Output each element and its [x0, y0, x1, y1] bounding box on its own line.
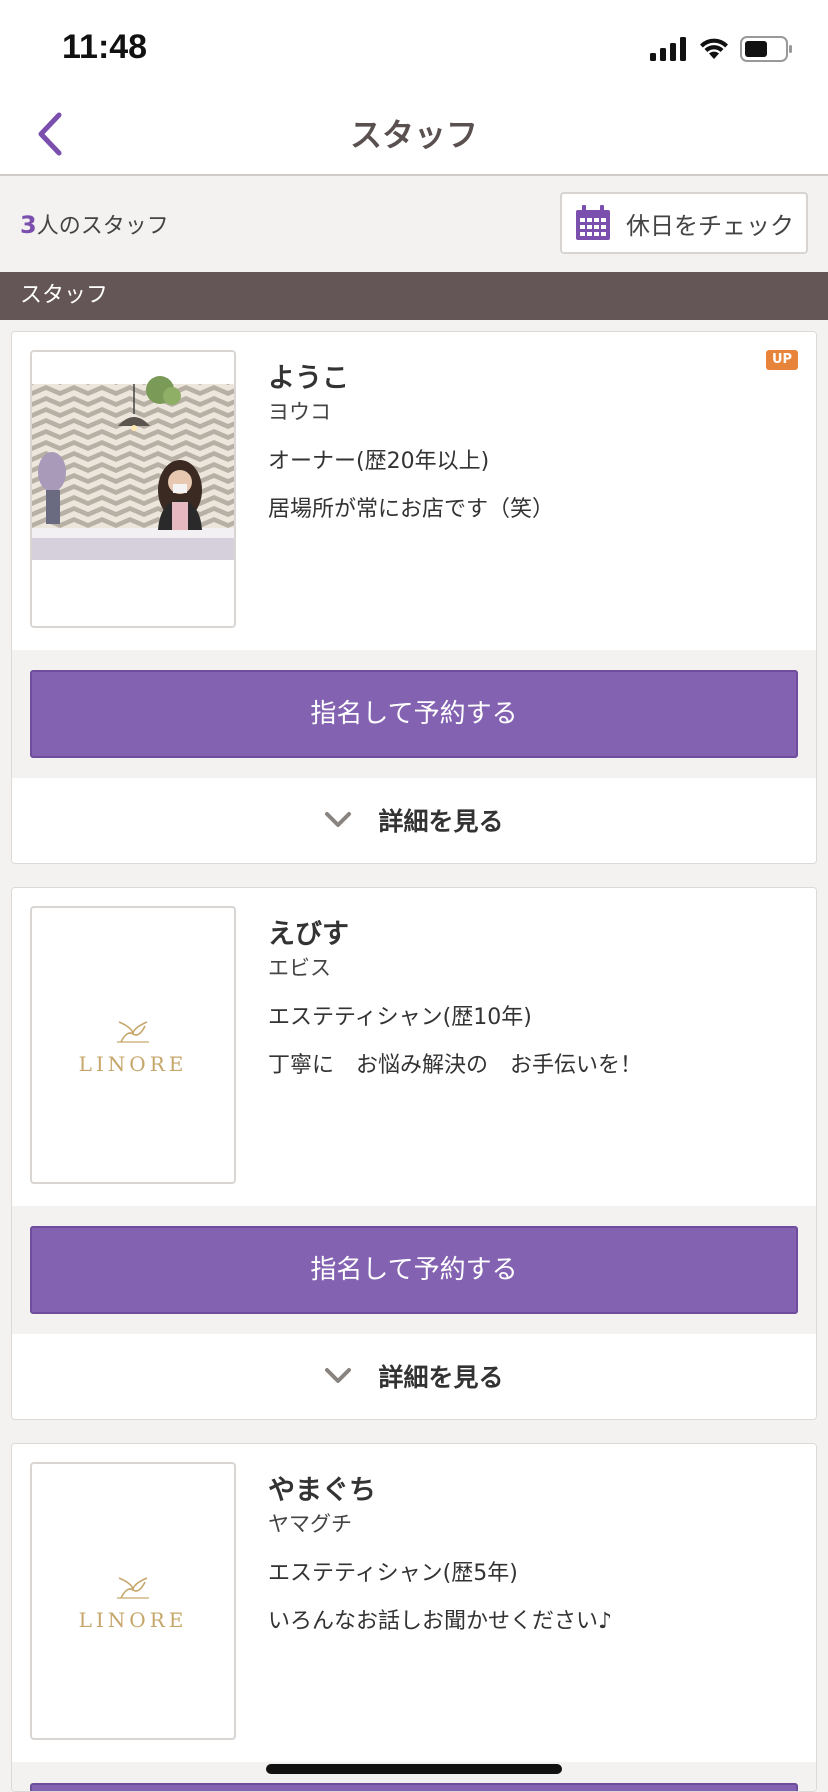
reserve-button[interactable]: 指名して予約する	[30, 670, 798, 758]
wifi-icon	[700, 38, 728, 59]
staff-card-info: LINORE えびす エビス エステティシャン(歴10年) 丁寧に お悩み解決の…	[12, 888, 816, 1206]
staff-name: ようこ	[268, 363, 349, 394]
battery-icon	[740, 36, 792, 62]
staff-count: 3人のスタッフ	[20, 208, 169, 240]
status-bar: 11:48	[0, 0, 828, 96]
staff-photo[interactable]: LINORE	[30, 1462, 236, 1740]
nav-bar: スタッフ	[0, 96, 828, 176]
staff-name: やまぐち	[268, 1475, 376, 1506]
staff-count-suffix: 人のスタッフ	[36, 214, 169, 239]
staff-photo[interactable]	[30, 350, 236, 628]
staff-photo-image	[32, 352, 234, 626]
staff-card-action: 指名して予約する	[12, 650, 816, 778]
staff-role: オーナー(歴20年以上)	[268, 449, 490, 474]
reserve-button[interactable]: 指名して予約する	[30, 1226, 798, 1314]
staff-card-info: LINORE やまぐち ヤマグチ エステティシャン(歴5年) いろんなお話しお聞…	[12, 1444, 816, 1762]
up-badge: UP	[766, 350, 798, 370]
staff-message: 丁寧に お悩み解決の お手伝いを！	[268, 1053, 643, 1078]
page-title: スタッフ	[349, 116, 478, 154]
staff-card: ようこ ヨウコ オーナー(歴20年以上) 居場所が常にお店です（笑） UP 指名…	[11, 331, 817, 864]
view-details-button[interactable]: 詳細を見る	[12, 778, 816, 862]
linore-logo: LINORE	[32, 1018, 234, 1076]
home-indicator	[266, 1764, 562, 1774]
check-holidays-button[interactable]: 休日をチェック	[560, 192, 808, 254]
staff-message: いろんなお話しお聞かせください♪	[268, 1609, 613, 1634]
staff-card-action: 指名して予約する	[12, 1206, 816, 1334]
signal-icon	[650, 37, 686, 61]
staff-photo[interactable]: LINORE	[30, 906, 236, 1184]
staff-kana: ヤマグチ	[268, 1512, 352, 1536]
staff-role: エステティシャン(歴10年)	[268, 1005, 532, 1030]
linore-logo-text: LINORE	[78, 1608, 188, 1632]
linore-logo-text: LINORE	[78, 1052, 188, 1076]
staff-role: エステティシャン(歴5年)	[268, 1561, 518, 1586]
staff-card-info: ようこ ヨウコ オーナー(歴20年以上) 居場所が常にお店です（笑） UP	[12, 332, 816, 650]
section-header: スタッフ	[0, 272, 828, 320]
staff-kana: ヨウコ	[268, 400, 331, 424]
staff-count-number: 3	[20, 211, 37, 239]
view-details-label: 詳細を見る	[378, 1363, 504, 1392]
staff-name: えびす	[268, 919, 349, 950]
check-holidays-label: 休日をチェック	[626, 211, 794, 240]
summary-row: 3人のスタッフ 休日をチェック	[0, 178, 828, 272]
reserve-button[interactable]	[30, 1783, 798, 1791]
chevron-down-icon	[325, 812, 352, 827]
status-icons	[650, 34, 794, 64]
linore-emblem-icon	[117, 1021, 149, 1043]
linore-logo: LINORE	[32, 1574, 234, 1632]
staff-card: LINORE やまぐち ヤマグチ エステティシャン(歴5年) いろんなお話しお聞…	[11, 1443, 817, 1792]
view-details-label: 詳細を見る	[378, 807, 504, 836]
calendar-icon	[576, 205, 610, 240]
chevron-down-icon	[325, 1368, 352, 1383]
staff-card: LINORE えびす エビス エステティシャン(歴10年) 丁寧に お悩み解決の…	[11, 887, 817, 1420]
staff-kana: エビス	[268, 956, 331, 980]
linore-emblem-icon	[117, 1577, 149, 1599]
staff-message: 居場所が常にお店です（笑）	[268, 497, 555, 522]
view-details-button[interactable]: 詳細を見る	[12, 1334, 816, 1418]
status-time: 11:48	[62, 28, 148, 66]
